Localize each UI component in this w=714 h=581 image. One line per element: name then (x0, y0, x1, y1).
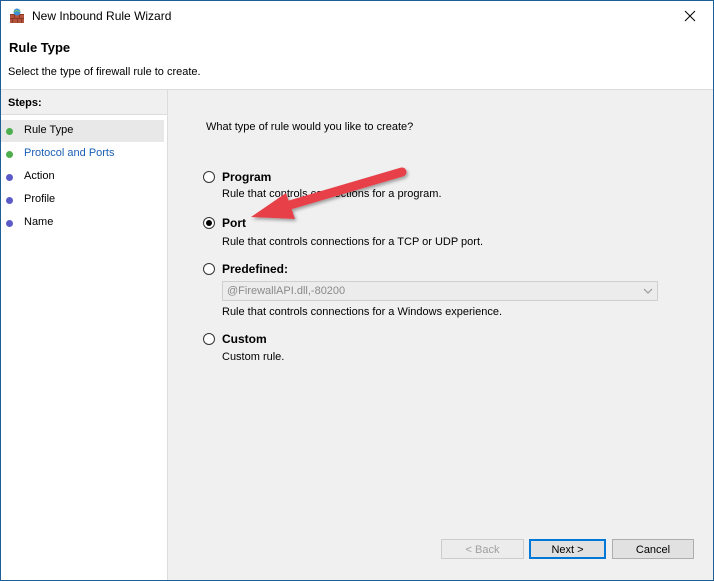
cancel-button[interactable]: Cancel (612, 539, 694, 559)
window-title: New Inbound Rule Wizard (32, 9, 172, 23)
predefined-description: Rule that controls connections for a Win… (222, 306, 503, 318)
step-label: Rule Type (24, 124, 74, 136)
step-protocol-and-ports[interactable]: Protocol and Ports (1, 143, 164, 165)
program-radio[interactable] (203, 171, 215, 183)
step-label: Profile (24, 193, 56, 205)
rule-type-panel: What type of rule would you like to crea… (168, 90, 713, 580)
port-radio[interactable] (203, 217, 215, 229)
custom-radio[interactable] (203, 333, 215, 345)
page-title: Rule Type (9, 40, 71, 55)
step-status-dot (6, 151, 13, 158)
step-label: Action (24, 170, 55, 182)
program-description: Rule that controls connections for a pro… (222, 188, 442, 200)
predefined-label[interactable]: Predefined: (222, 262, 288, 276)
steps-heading: Steps: (1, 90, 167, 115)
step-profile[interactable]: Profile (1, 189, 164, 211)
step-status-dot (6, 174, 13, 181)
port-label[interactable]: Port (222, 216, 246, 230)
step-name[interactable]: Name (1, 212, 164, 234)
step-status-dot (6, 128, 13, 135)
close-button[interactable] (667, 1, 713, 31)
page-subtitle: Select the type of firewall rule to crea… (8, 66, 201, 78)
steps-heading-label: Steps: (8, 97, 42, 109)
steps-sidebar: Steps: Rule Type Protocol and Ports Acti… (1, 90, 168, 580)
wizard-header: Rule Type Select the type of firewall ru… (1, 31, 713, 90)
port-description: Rule that controls connections for a TCP… (222, 236, 484, 248)
program-label[interactable]: Program (222, 170, 271, 184)
predefined-radio[interactable] (203, 263, 215, 275)
step-action[interactable]: Action (1, 166, 164, 188)
back-button[interactable]: < Back (441, 539, 524, 559)
wizard-window: New Inbound Rule Wizard Rule Type Select… (0, 0, 714, 581)
custom-description: Custom rule. (222, 351, 285, 363)
step-label: Protocol and Ports (24, 147, 115, 159)
rule-type-question: What type of rule would you like to crea… (206, 121, 414, 133)
step-rule-type[interactable]: Rule Type (1, 120, 164, 142)
predefined-combo[interactable]: @FirewallAPI.dll,-80200 (222, 281, 658, 301)
custom-label[interactable]: Custom (222, 332, 267, 346)
step-status-dot (6, 197, 13, 204)
firewall-icon (10, 8, 24, 23)
predefined-combo-value: @FirewallAPI.dll,-80200 (227, 285, 346, 297)
chevron-down-icon (643, 288, 653, 294)
step-status-dot (6, 220, 13, 227)
next-button[interactable]: Next > (529, 539, 606, 559)
title-bar[interactable]: New Inbound Rule Wizard (1, 1, 713, 31)
close-icon (684, 10, 696, 22)
step-label: Name (24, 216, 54, 228)
